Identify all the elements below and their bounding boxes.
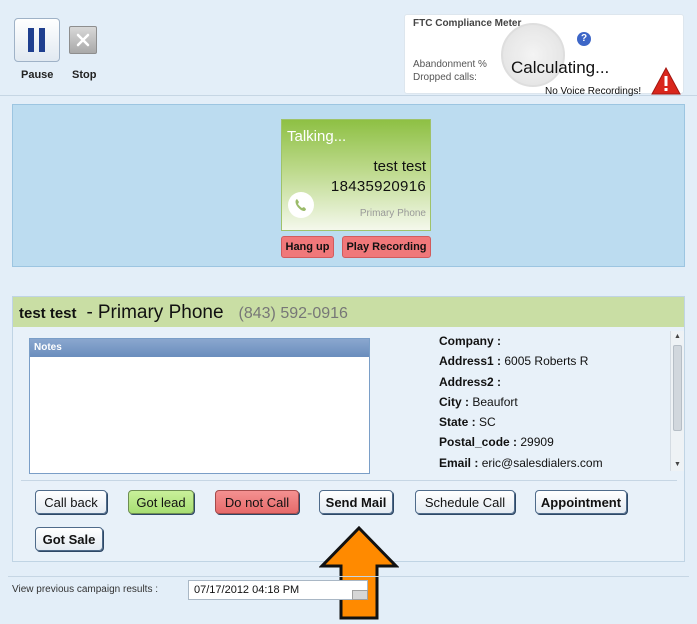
previous-results-label: View previous campaign results : — [12, 584, 158, 595]
call-number: 18435920916 — [330, 178, 426, 195]
contact-separator: - — [86, 302, 93, 323]
call-status: Talking... — [287, 128, 347, 145]
divider — [21, 480, 677, 481]
call-panel: Talking... test test 18435920916 Primary… — [12, 104, 685, 267]
help-icon[interactable]: ? — [577, 32, 591, 46]
info-postal-code: Postal_code : 29909 — [439, 435, 671, 455]
appointment-button[interactable]: Appointment — [535, 490, 627, 514]
contact-info: Company : Address1 : 6005 Roberts R Addr… — [439, 334, 671, 476]
previous-results-date-input[interactable] — [188, 580, 368, 600]
info-label: Address1 : — [439, 354, 502, 369]
stop-label: Stop — [72, 69, 97, 81]
scroll-down-icon[interactable]: ▼ — [671, 459, 684, 471]
info-email: Email : eric@salesdialers.com — [439, 456, 671, 476]
scroll-up-icon[interactable]: ▲ — [671, 331, 684, 343]
call-card: Talking... test test 18435920916 Primary… — [281, 119, 431, 231]
stop-button[interactable] — [69, 26, 97, 54]
pause-label: Pause — [21, 69, 54, 81]
info-label: City : — [439, 394, 469, 409]
info-label: State : — [439, 415, 476, 430]
info-value: 29909 — [520, 435, 554, 450]
info-company: Company : — [439, 334, 671, 354]
scroll-thumb[interactable] — [673, 345, 682, 431]
contact-phone-type: Primary Phone — [97, 302, 224, 323]
pause-button[interactable] — [14, 18, 60, 62]
info-city: City : Beaufort — [439, 395, 671, 415]
do-not-call-button[interactable]: Do not Call — [215, 490, 299, 514]
phone-icon — [288, 192, 314, 218]
info-label: Email : — [439, 455, 479, 470]
schedule-call-button[interactable]: Schedule Call — [415, 490, 515, 514]
contact-header: test test - Primary Phone (843) 592-0916 — [13, 297, 684, 327]
info-address2: Address2 : — [439, 375, 671, 395]
contact-panel: test test - Primary Phone (843) 592-0916… — [12, 296, 685, 562]
ftc-compliance-meter: FTC Compliance Meter ? Abandonment % Dro… — [404, 14, 684, 97]
hang-up-button[interactable]: Hang up — [281, 236, 334, 258]
info-address1: Address1 : 6005 Roberts R — [439, 354, 671, 374]
warning-icon — [651, 67, 681, 95]
toolbar: Pause Stop FTC Compliance Meter ? Abando… — [0, 0, 697, 97]
calendar-icon[interactable] — [352, 590, 368, 600]
got-sale-button[interactable]: Got Sale — [35, 527, 103, 551]
footer-divider — [8, 576, 689, 577]
info-label: Address2 : — [439, 374, 502, 389]
ftc-status: Calculating... — [511, 58, 610, 77]
play-recording-button[interactable]: Play Recording — [342, 236, 431, 258]
info-state: State : SC — [439, 415, 671, 435]
ftc-title: FTC Compliance Meter — [413, 18, 522, 29]
dropped-calls-label: Dropped calls: — [413, 72, 477, 83]
contact-phone: (843) 592-0916 — [238, 305, 348, 322]
call-back-button[interactable]: Call back — [35, 490, 107, 514]
info-value: Beaufort — [472, 394, 518, 409]
abandonment-label: Abandonment % — [413, 59, 487, 70]
info-label: Company : — [439, 334, 502, 348]
contact-name: test test — [19, 305, 77, 322]
notes-label: Notes — [30, 339, 369, 357]
pause-icon — [28, 28, 45, 52]
call-phone-type: Primary Phone — [359, 208, 426, 219]
got-lead-button[interactable]: Got lead — [128, 490, 194, 514]
notes-box: Notes — [29, 338, 370, 474]
info-value: SC — [479, 415, 496, 430]
notes-textarea[interactable] — [30, 357, 369, 473]
arrow-up-icon — [319, 526, 399, 620]
close-icon — [76, 33, 90, 47]
info-label: Postal_code : — [439, 435, 518, 450]
call-name: test test — [373, 158, 426, 175]
info-value: eric@salesdialers.com — [481, 455, 603, 470]
info-value: 6005 Roberts R — [504, 354, 589, 369]
voice-warning-text: No Voice Recordings! — [545, 86, 642, 97]
info-scrollbar[interactable]: ▲ ▼ — [670, 331, 684, 471]
send-mail-button[interactable]: Send Mail — [319, 490, 393, 514]
